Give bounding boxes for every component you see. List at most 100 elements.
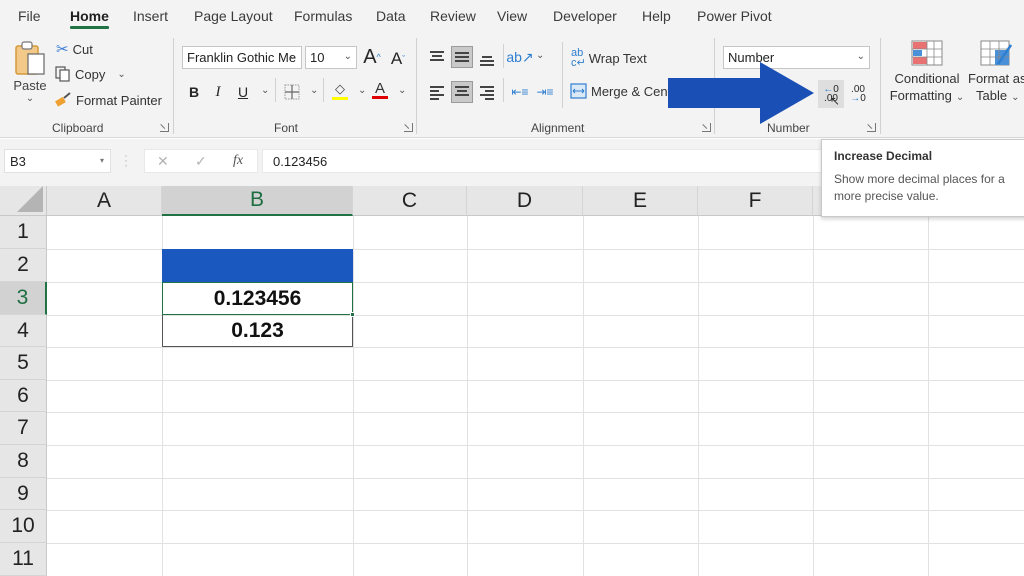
middle-align-button[interactable]	[451, 46, 473, 68]
tab-data[interactable]: Data	[376, 8, 406, 24]
top-align-button[interactable]	[426, 46, 448, 68]
paste-label: Paste	[13, 78, 47, 93]
wrap-text-button[interactable]: ab c↵ Wrap Text	[571, 48, 647, 69]
cancel-icon[interactable]: ✕	[157, 153, 169, 170]
tab-review[interactable]: Review	[430, 8, 476, 24]
merge-center-label: Merge & Cent	[591, 83, 672, 99]
name-box[interactable]: B3 ▾	[4, 149, 111, 173]
row-header-9[interactable]: 9	[0, 478, 47, 510]
row-header-7[interactable]: 7	[0, 412, 47, 445]
tab-insert[interactable]: Insert	[133, 8, 168, 24]
separator	[275, 78, 276, 102]
underline-button[interactable]: U	[232, 81, 254, 103]
orientation-button[interactable]: ab↗	[506, 46, 533, 68]
column-header-c[interactable]: C	[353, 186, 467, 216]
tab-power-pivot[interactable]: Power Pivot	[697, 8, 772, 24]
cell-area[interactable]: 0.123456 0.123	[47, 216, 1024, 576]
decrease-indent-button[interactable]: ⇤≡	[509, 81, 531, 103]
tab-help[interactable]: Help	[642, 8, 671, 24]
format-as-table-button[interactable]: Format as Table ⌄	[968, 40, 1024, 106]
cell-b4[interactable]: 0.123	[162, 315, 353, 347]
merge-center-icon	[570, 83, 587, 99]
copy-button[interactable]: Copy ⌄	[55, 66, 126, 82]
row-header-10[interactable]: 10	[0, 510, 47, 543]
font-color-icon: A	[374, 80, 385, 97]
increase-font-size-button[interactable]: A ^	[361, 46, 383, 68]
cut-button[interactable]: ✂ Cut	[56, 40, 93, 58]
insert-function-icon[interactable]: fx	[233, 153, 243, 169]
wrap-text-label: Wrap Text	[588, 50, 647, 66]
bold-button[interactable]: B	[183, 81, 205, 103]
gridline	[353, 216, 354, 576]
paste-button[interactable]: Paste ⌄	[12, 40, 48, 104]
row-header-6[interactable]: 6	[0, 380, 47, 412]
row-header-4[interactable]: 4	[0, 315, 47, 347]
row-header-11[interactable]: 11	[0, 543, 47, 576]
tab-page-layout[interactable]: Page Layout	[194, 8, 273, 24]
column-header-f[interactable]: F	[698, 186, 813, 216]
column-header-d[interactable]: D	[467, 186, 583, 216]
align-right-button[interactable]	[476, 81, 498, 103]
copy-chevron-icon[interactable]: ⌄	[117, 69, 125, 80]
number-format-select[interactable]: Number ⌄	[723, 46, 870, 69]
align-center-button[interactable]	[451, 81, 473, 103]
gridline	[813, 216, 814, 576]
tab-home[interactable]: Home	[70, 8, 109, 29]
borders-chevron-icon[interactable]: ⌄	[310, 85, 318, 96]
underline-chevron-icon[interactable]: ⌄	[261, 85, 269, 96]
conditional-formatting-button[interactable]: Conditional Formatting ⌄	[890, 40, 964, 106]
gridline	[698, 216, 699, 576]
chevron-down-icon: ⌄	[856, 51, 865, 62]
borders-button[interactable]	[281, 81, 303, 103]
conditional-formatting-label: Conditional	[894, 71, 960, 86]
decrease-decimal-button[interactable]: .00 →0	[846, 80, 870, 108]
enter-icon[interactable]: ✓	[195, 153, 207, 170]
formula-bar-grip[interactable]: · · ·	[124, 149, 128, 171]
formula-input[interactable]: 0.123456	[262, 149, 822, 173]
bottom-align-button[interactable]	[476, 48, 498, 70]
format-as-table-icon	[980, 40, 1012, 66]
row-header-1[interactable]: 1	[0, 216, 47, 249]
font-launcher-icon[interactable]	[404, 123, 413, 132]
format-painter-button[interactable]: Format Painter	[55, 92, 162, 108]
font-color-button[interactable]: A	[369, 79, 391, 101]
decrease-font-size-button[interactable]: Aˇ	[387, 48, 409, 70]
align-center-icon	[455, 86, 469, 98]
column-header-a[interactable]: A	[47, 186, 162, 216]
fill-color-chevron-icon[interactable]: ⌄	[358, 85, 366, 96]
increase-indent-icon: ⇥≡	[536, 85, 554, 99]
decrease-indent-icon: ⇤≡	[511, 85, 529, 99]
cell-b2[interactable]	[162, 249, 353, 282]
align-left-button[interactable]	[426, 81, 448, 103]
italic-button[interactable]: I	[207, 81, 229, 103]
select-all-button[interactable]	[0, 186, 47, 216]
tooltip-title: Increase Decimal	[834, 149, 933, 163]
fill-color-button[interactable]: ◇	[329, 79, 351, 101]
row-header-5[interactable]: 5	[0, 347, 47, 380]
separator	[416, 38, 417, 134]
fill-color-swatch	[332, 96, 348, 100]
font-name-select[interactable]: Franklin Gothic Me ⌄	[182, 46, 302, 69]
column-header-b[interactable]: B	[162, 186, 353, 216]
row-header-8[interactable]: 8	[0, 445, 47, 478]
alignment-launcher-icon[interactable]	[702, 123, 711, 132]
tab-developer[interactable]: Developer	[553, 8, 617, 24]
clipboard-launcher-icon[interactable]	[160, 123, 169, 132]
paste-chevron-icon[interactable]: ⌄	[26, 93, 34, 104]
font-size-select[interactable]: 10 ⌄	[305, 46, 357, 69]
fill-handle[interactable]	[350, 312, 355, 317]
increase-indent-button[interactable]: ⇥≡	[534, 81, 556, 103]
gridline	[47, 543, 1024, 544]
row-header-2[interactable]: 2	[0, 249, 47, 282]
tab-file[interactable]: File	[18, 8, 41, 24]
merge-center-button[interactable]: Merge & Cent	[570, 83, 671, 99]
font-color-chevron-icon[interactable]: ⌄	[398, 85, 406, 96]
tab-view[interactable]: View	[497, 8, 527, 24]
column-header-e[interactable]: E	[583, 186, 698, 216]
orientation-chevron-icon[interactable]: ⌄	[536, 50, 544, 61]
tab-formulas[interactable]: Formulas	[294, 8, 352, 24]
number-launcher-icon[interactable]	[867, 123, 876, 132]
cut-label: Cut	[72, 41, 93, 57]
row-header-3[interactable]: 3	[0, 282, 47, 315]
cell-b3[interactable]: 0.123456	[162, 282, 353, 315]
